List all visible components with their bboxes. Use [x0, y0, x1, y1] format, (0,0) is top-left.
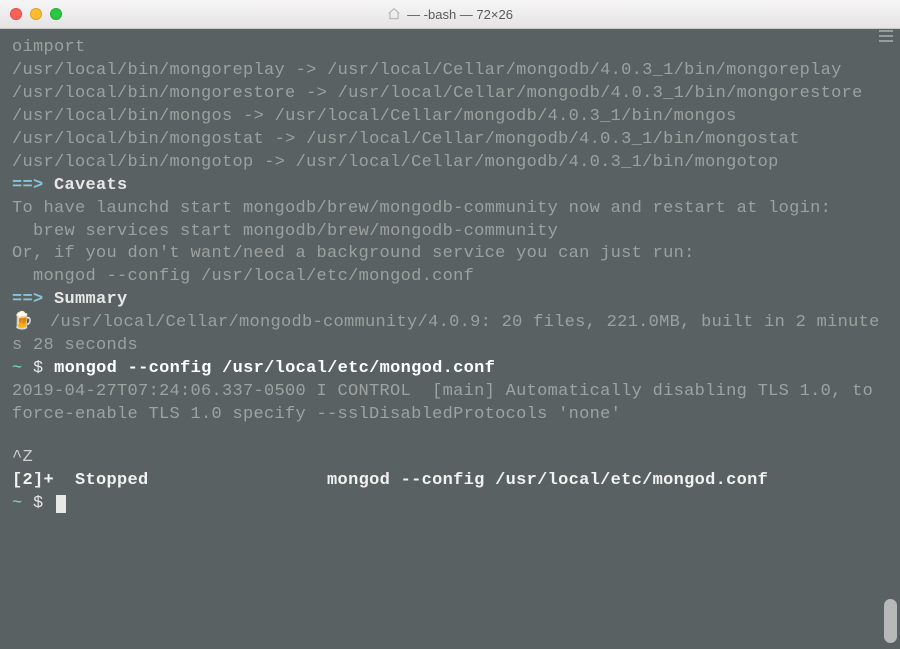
- close-icon[interactable]: [10, 8, 22, 20]
- summary-heading: ==> Summary: [12, 289, 890, 312]
- link-line: /usr/local/bin/mongos -> /usr/local/Cell…: [12, 106, 890, 129]
- beer-icon: 🍺: [12, 312, 29, 335]
- log-line: 2019-04-27T07:24:06.337-0500 I CONTROL […: [12, 381, 890, 427]
- scrollbar-thumb[interactable]: [884, 599, 897, 643]
- cursor: [56, 495, 66, 514]
- summary-text: 🍺 /usr/local/Cellar/mongodb-community/4.…: [12, 312, 890, 358]
- link-line: /usr/local/bin/mongostat -> /usr/local/C…: [12, 129, 890, 152]
- prompt-line[interactable]: ~ $: [12, 493, 890, 516]
- caveats-text: Or, if you don't want/need a background …: [12, 243, 890, 266]
- minimize-icon[interactable]: [30, 8, 42, 20]
- caveats-heading: ==> Caveats: [12, 175, 890, 198]
- zoom-icon[interactable]: [50, 8, 62, 20]
- shell-command: mongod --config /usr/local/etc/mongod.co…: [54, 359, 495, 378]
- titlebar[interactable]: — -bash — 72×26: [0, 0, 900, 29]
- link-line: oimport: [12, 37, 890, 60]
- job-stopped: [2]+ Stopped mongod --config /usr/local/…: [12, 470, 890, 493]
- caveats-cmd: brew services start mongodb/brew/mongodb…: [12, 221, 890, 244]
- terminal-output[interactable]: oimport /usr/local/bin/mongoreplay -> /u…: [0, 29, 900, 649]
- traffic-lights: [10, 8, 62, 20]
- link-line: /usr/local/bin/mongotop -> /usr/local/Ce…: [12, 152, 890, 175]
- prompt-line: ~ $ mongod --config /usr/local/etc/mongo…: [12, 358, 890, 381]
- link-line: /usr/local/bin/mongorestore -> /usr/loca…: [12, 83, 890, 106]
- caveats-cmd: mongod --config /usr/local/etc/mongod.co…: [12, 266, 890, 289]
- caveats-text: To have launchd start mongodb/brew/mongo…: [12, 198, 890, 221]
- link-line: /usr/local/bin/mongoreplay -> /usr/local…: [12, 60, 890, 83]
- window-title-text: — -bash — 72×26: [407, 7, 513, 22]
- terminal-window: — -bash — 72×26 oimport /usr/local/bin/m…: [0, 0, 900, 649]
- ctrl-z: ^Z: [12, 447, 890, 470]
- blank-line: [12, 427, 890, 447]
- home-icon: [387, 7, 401, 21]
- window-title: — -bash — 72×26: [0, 7, 900, 22]
